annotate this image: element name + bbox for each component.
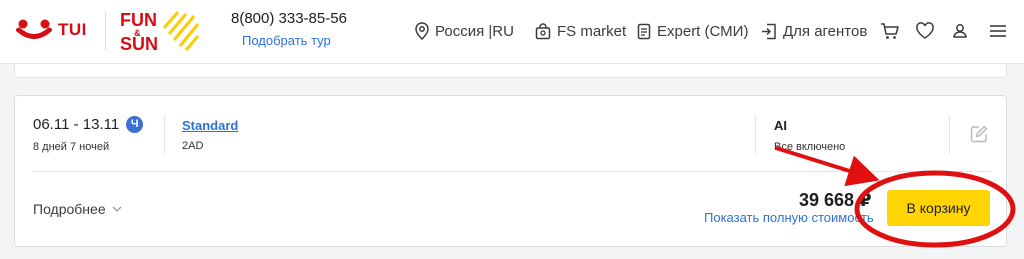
charter-badge: Ч [126, 116, 144, 133]
logo-divider [105, 12, 106, 50]
nav-expert[interactable]: Expert (СМИ) [637, 20, 748, 42]
agent-door-icon [762, 23, 776, 39]
show-full-cost-link[interactable]: Показать полную стоимость [704, 210, 874, 225]
phone-number[interactable]: 8(800) 333-85-56 [231, 10, 347, 27]
chevron-down-icon [112, 206, 122, 212]
site-header: TUI FUN & SUN 8(800) 333-85-56 Подобрать… [0, 0, 1024, 64]
tui-wordmark: TUI [58, 20, 87, 39]
previous-card-bottom [14, 64, 1007, 78]
nav-fs-market[interactable]: FS market [535, 20, 626, 42]
room-accommodation: 2AD [182, 140, 204, 152]
funsun-bottom-text: SUN [120, 34, 158, 52]
tour-price: 39 668 ₽ [799, 190, 872, 210]
edit-icon[interactable] [970, 125, 988, 143]
cart-icon[interactable] [880, 21, 900, 41]
divider [755, 116, 756, 154]
card-divider [33, 171, 991, 172]
tour-dates-text: 06.11 - 13.11 [33, 116, 120, 133]
more-details-label: Подробнее [33, 201, 106, 217]
map-pin-icon [415, 22, 429, 40]
nav-agents[interactable]: Для агентов [761, 20, 867, 42]
divider [164, 116, 165, 154]
divider [949, 116, 950, 154]
tui-logo[interactable]: TUI [14, 14, 94, 46]
nav-expert-label: Expert (СМИ) [657, 22, 749, 40]
tour-dates: 06.11 - 13.11 Ч [33, 116, 144, 133]
shopping-bag-icon [535, 22, 551, 39]
meal-description: Все включено [774, 141, 846, 153]
document-icon [637, 23, 651, 39]
nav-agents-label: Для агентов [783, 22, 868, 40]
pick-tour-link[interactable]: Подобрать тур [242, 33, 331, 48]
tui-smile-icon [16, 19, 52, 39]
nav-region[interactable]: Россия |RU [415, 20, 514, 42]
menu-icon[interactable] [988, 21, 1008, 41]
more-details-toggle[interactable]: Подробнее [33, 201, 122, 217]
room-type-link[interactable]: Standard [182, 118, 238, 133]
funsun-logo[interactable]: FUN & SUN [120, 10, 200, 52]
nav-fs-market-label: FS market [557, 22, 627, 40]
nav-region-label: Россия |RU [435, 22, 514, 40]
heart-icon[interactable] [915, 21, 935, 41]
user-icon[interactable] [950, 21, 970, 41]
meal-code: AI [774, 118, 787, 133]
tour-duration: 8 дней 7 ночей [33, 141, 110, 153]
tour-offer-card: 06.11 - 13.11 Ч 8 дней 7 ночей Standard … [14, 95, 1007, 247]
funsun-top-text: FUN [120, 10, 157, 30]
add-to-cart-button[interactable]: В корзину [887, 190, 990, 226]
